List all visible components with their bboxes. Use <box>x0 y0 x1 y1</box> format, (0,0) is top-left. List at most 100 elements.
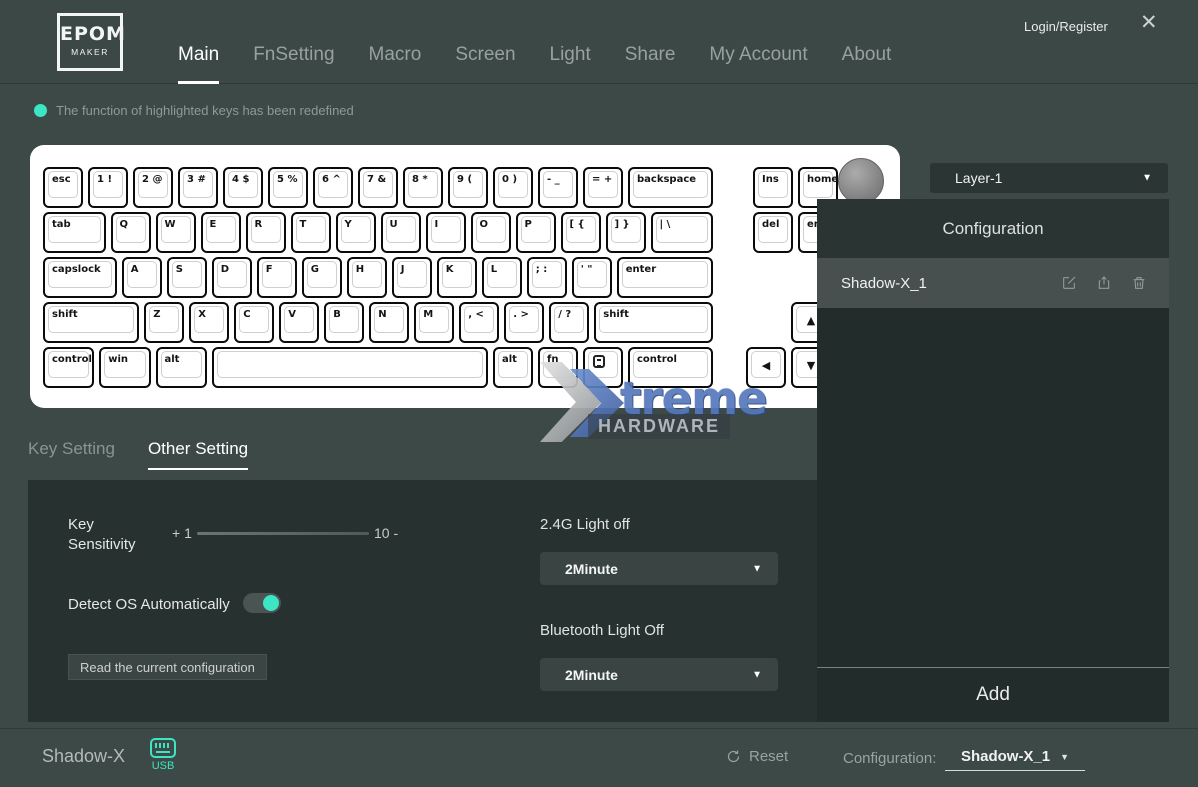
key-D[interactable]: D <box>212 257 252 298</box>
key-Ins[interactable]: Ins <box>753 167 793 208</box>
device-name: Shadow-X <box>42 746 125 767</box>
key-3#[interactable]: 3 # <box>178 167 218 208</box>
key-space[interactable] <box>212 347 488 388</box>
key-control[interactable]: control <box>628 347 713 388</box>
key-C[interactable]: C <box>234 302 274 343</box>
key-P[interactable]: P <box>516 212 556 253</box>
footer-configuration-dropdown[interactable]: Shadow-X_1 <box>945 743 1085 771</box>
key-8*[interactable]: 8 * <box>403 167 443 208</box>
tab-key-setting[interactable]: Key Setting <box>28 439 115 470</box>
tab-other-setting[interactable]: Other Setting <box>148 439 248 470</box>
key-fn[interactable]: fn <box>538 347 578 388</box>
export-icon[interactable] <box>1096 275 1112 291</box>
key-9([interactable]: 9 ( <box>448 167 488 208</box>
key-del[interactable]: del <box>753 212 793 253</box>
key-M[interactable]: M <box>414 302 454 343</box>
key-esc[interactable]: esc <box>43 167 83 208</box>
key-J[interactable]: J <box>392 257 432 298</box>
key-|\[interactable]: | \ <box>651 212 714 253</box>
tab-fnsetting[interactable]: FnSetting <box>253 44 334 84</box>
tab-main[interactable]: Main <box>178 44 219 84</box>
usb-connection-indicator[interactable]: USB <box>148 738 178 772</box>
logo-text-bottom: MAKER <box>60 47 120 57</box>
key-win[interactable]: win <box>99 347 150 388</box>
tab-about[interactable]: About <box>842 44 892 84</box>
key-/?[interactable]: / ? <box>549 302 589 343</box>
configuration-item[interactable]: Shadow-X_1 <box>817 258 1169 308</box>
other-settings-panel: Key Sensitivity + 1 10 - Detect OS Autom… <box>28 480 817 722</box>
detect-os-toggle[interactable] <box>243 593 281 613</box>
key-Q[interactable]: Q <box>111 212 151 253</box>
key-T[interactable]: T <box>291 212 331 253</box>
key-S[interactable]: S <box>167 257 207 298</box>
tab-macro[interactable]: Macro <box>369 44 422 84</box>
key-enter[interactable]: enter <box>617 257 713 298</box>
layer-dropdown[interactable]: Layer-1 <box>930 163 1168 193</box>
key-alt[interactable]: alt <box>156 347 207 388</box>
key-4$[interactable]: 4 $ <box>223 167 263 208</box>
key-alt[interactable]: alt <box>493 347 533 388</box>
key-R[interactable]: R <box>246 212 286 253</box>
key-V[interactable]: V <box>279 302 319 343</box>
key-Z[interactable]: Z <box>144 302 184 343</box>
key--_[interactable]: - _ <box>538 167 578 208</box>
key-7&[interactable]: 7 & <box>358 167 398 208</box>
key-shift[interactable]: shift <box>594 302 713 343</box>
edit-icon[interactable] <box>1061 275 1077 291</box>
tab-light[interactable]: Light <box>550 44 591 84</box>
24g-light-off-dropdown[interactable]: 2Minute <box>540 552 778 585</box>
key-E[interactable]: E <box>201 212 241 253</box>
key-G[interactable]: G <box>302 257 342 298</box>
key-F[interactable]: F <box>257 257 297 298</box>
reset-icon <box>726 749 741 764</box>
key-5%[interactable]: 5 % <box>268 167 308 208</box>
key-X[interactable]: X <box>189 302 229 343</box>
bluetooth-light-off-dropdown[interactable]: 2Minute <box>540 658 778 691</box>
footer-configuration-label: Configuration: <box>843 750 936 767</box>
logo-text-top: EPOM <box>60 23 120 45</box>
tab-share[interactable]: Share <box>625 44 676 84</box>
login-register-link[interactable]: Login/Register <box>1024 19 1108 34</box>
key-'"[interactable]: ' " <box>572 257 612 298</box>
key-0)[interactable]: 0 ) <box>493 167 533 208</box>
key-B[interactable]: B <box>324 302 364 343</box>
key-2@[interactable]: 2 @ <box>133 167 173 208</box>
key-I[interactable]: I <box>426 212 466 253</box>
key-U[interactable]: U <box>381 212 421 253</box>
key-space[interactable] <box>583 347 623 388</box>
key-]}[interactable]: ] } <box>606 212 646 253</box>
reset-button[interactable]: Reset <box>726 748 788 765</box>
key-1![interactable]: 1 ! <box>88 167 128 208</box>
top-nav-bar: EPOM MAKER Main FnSetting Macro Screen L… <box>0 0 1198 84</box>
key-H[interactable]: H <box>347 257 387 298</box>
key-sensitivity-slider[interactable] <box>197 532 369 535</box>
key-capslock[interactable]: capslock <box>43 257 117 298</box>
close-icon[interactable]: ✕ <box>1140 12 1158 33</box>
rotary-knob[interactable] <box>838 158 884 204</box>
delete-icon[interactable] <box>1131 275 1147 291</box>
key-.>[interactable]: . > <box>504 302 544 343</box>
key-6^[interactable]: 6 ^ <box>313 167 353 208</box>
key-K[interactable]: K <box>437 257 477 298</box>
key-Y[interactable]: Y <box>336 212 376 253</box>
key-O[interactable]: O <box>471 212 511 253</box>
key-backspace[interactable]: backspace <box>628 167 713 208</box>
key-control[interactable]: control <box>43 347 94 388</box>
key-[{[interactable]: [ { <box>561 212 601 253</box>
key-N[interactable]: N <box>369 302 409 343</box>
key-=+[interactable]: = + <box>583 167 623 208</box>
key-,<[interactable]: , < <box>459 302 499 343</box>
key-;:[interactable]: ; : <box>527 257 567 298</box>
key-A[interactable]: A <box>122 257 162 298</box>
add-configuration-button[interactable]: Add <box>817 667 1169 722</box>
key-tab[interactable]: tab <box>43 212 106 253</box>
key-arrow-◀[interactable]: ◀ <box>746 347 786 388</box>
tab-screen[interactable]: Screen <box>455 44 515 84</box>
tab-my-account[interactable]: My Account <box>709 44 807 84</box>
key-L[interactable]: L <box>482 257 522 298</box>
configuration-item-name: Shadow-X_1 <box>817 275 1061 292</box>
key-W[interactable]: W <box>156 212 196 253</box>
read-configuration-button[interactable]: Read the current configuration <box>68 654 267 680</box>
key-shift[interactable]: shift <box>43 302 139 343</box>
configuration-item-actions <box>1061 275 1169 291</box>
